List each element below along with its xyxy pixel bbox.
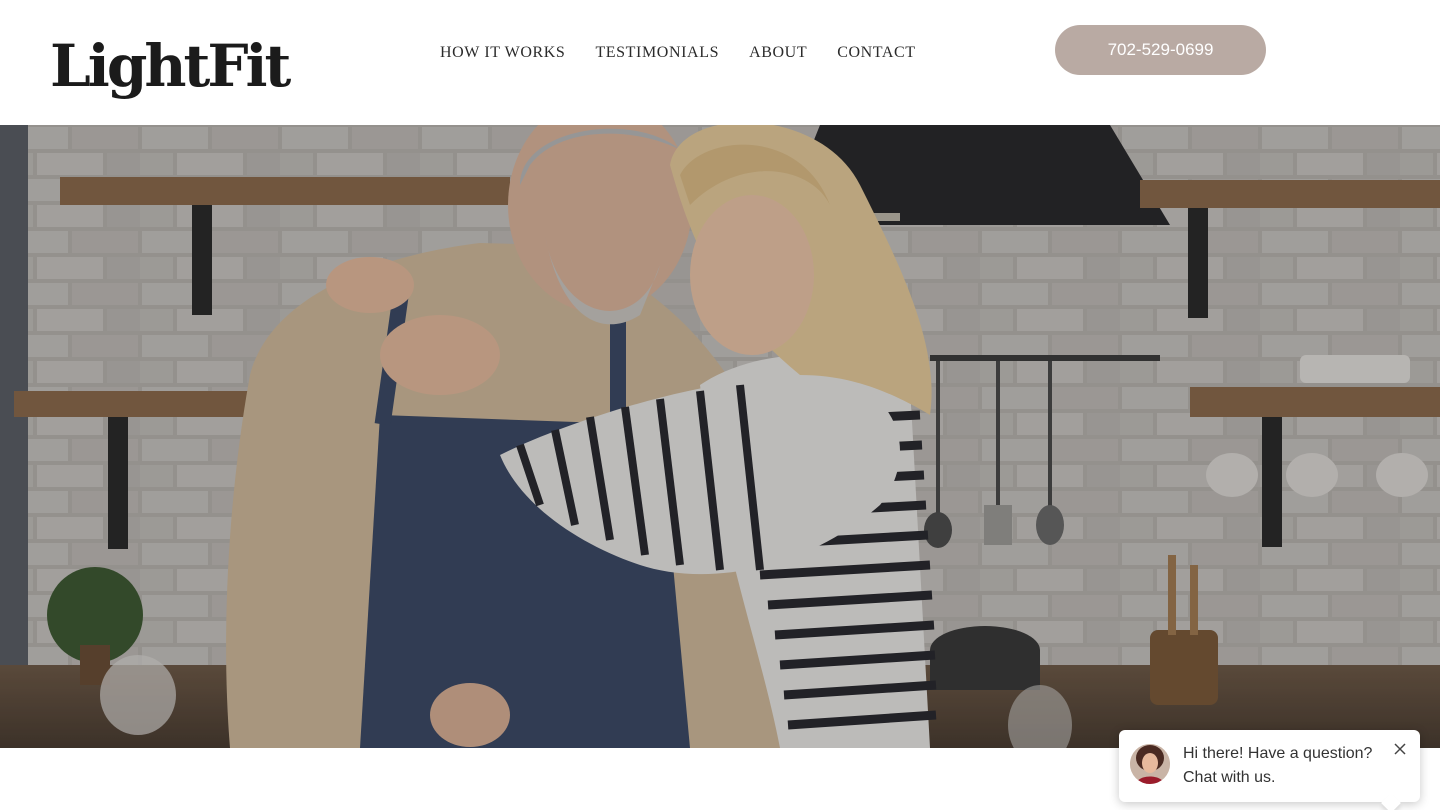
nav-contact[interactable]: CONTACT: [837, 44, 915, 62]
nav-how-it-works[interactable]: HOW IT WORKS: [440, 44, 565, 62]
main-nav: HOW IT WORKS TESTIMONIALS ABOUT CONTACT: [440, 44, 916, 62]
hero-overlay: [0, 125, 1440, 748]
hero-image: [0, 125, 1440, 748]
nav-testimonials[interactable]: TESTIMONIALS: [595, 44, 719, 62]
chat-line-2: Chat with us.: [1183, 769, 1276, 786]
site-header: LightFit HOW IT WORKS TESTIMONIALS ABOUT…: [0, 0, 1440, 125]
agent-avatar-icon: [1130, 744, 1170, 784]
close-icon[interactable]: [1391, 740, 1409, 758]
phone-call-button[interactable]: 702-529-0699: [1055, 25, 1266, 75]
chat-widget[interactable]: Hi there! Have a question? Chat with us.: [1119, 730, 1420, 810]
chat-message[interactable]: Hi there! Have a question? Chat with us.: [1183, 742, 1388, 790]
chat-line-1: Hi there! Have a question?: [1183, 745, 1373, 762]
site-logo[interactable]: LightFit: [50, 26, 291, 106]
nav-about[interactable]: ABOUT: [749, 44, 807, 62]
